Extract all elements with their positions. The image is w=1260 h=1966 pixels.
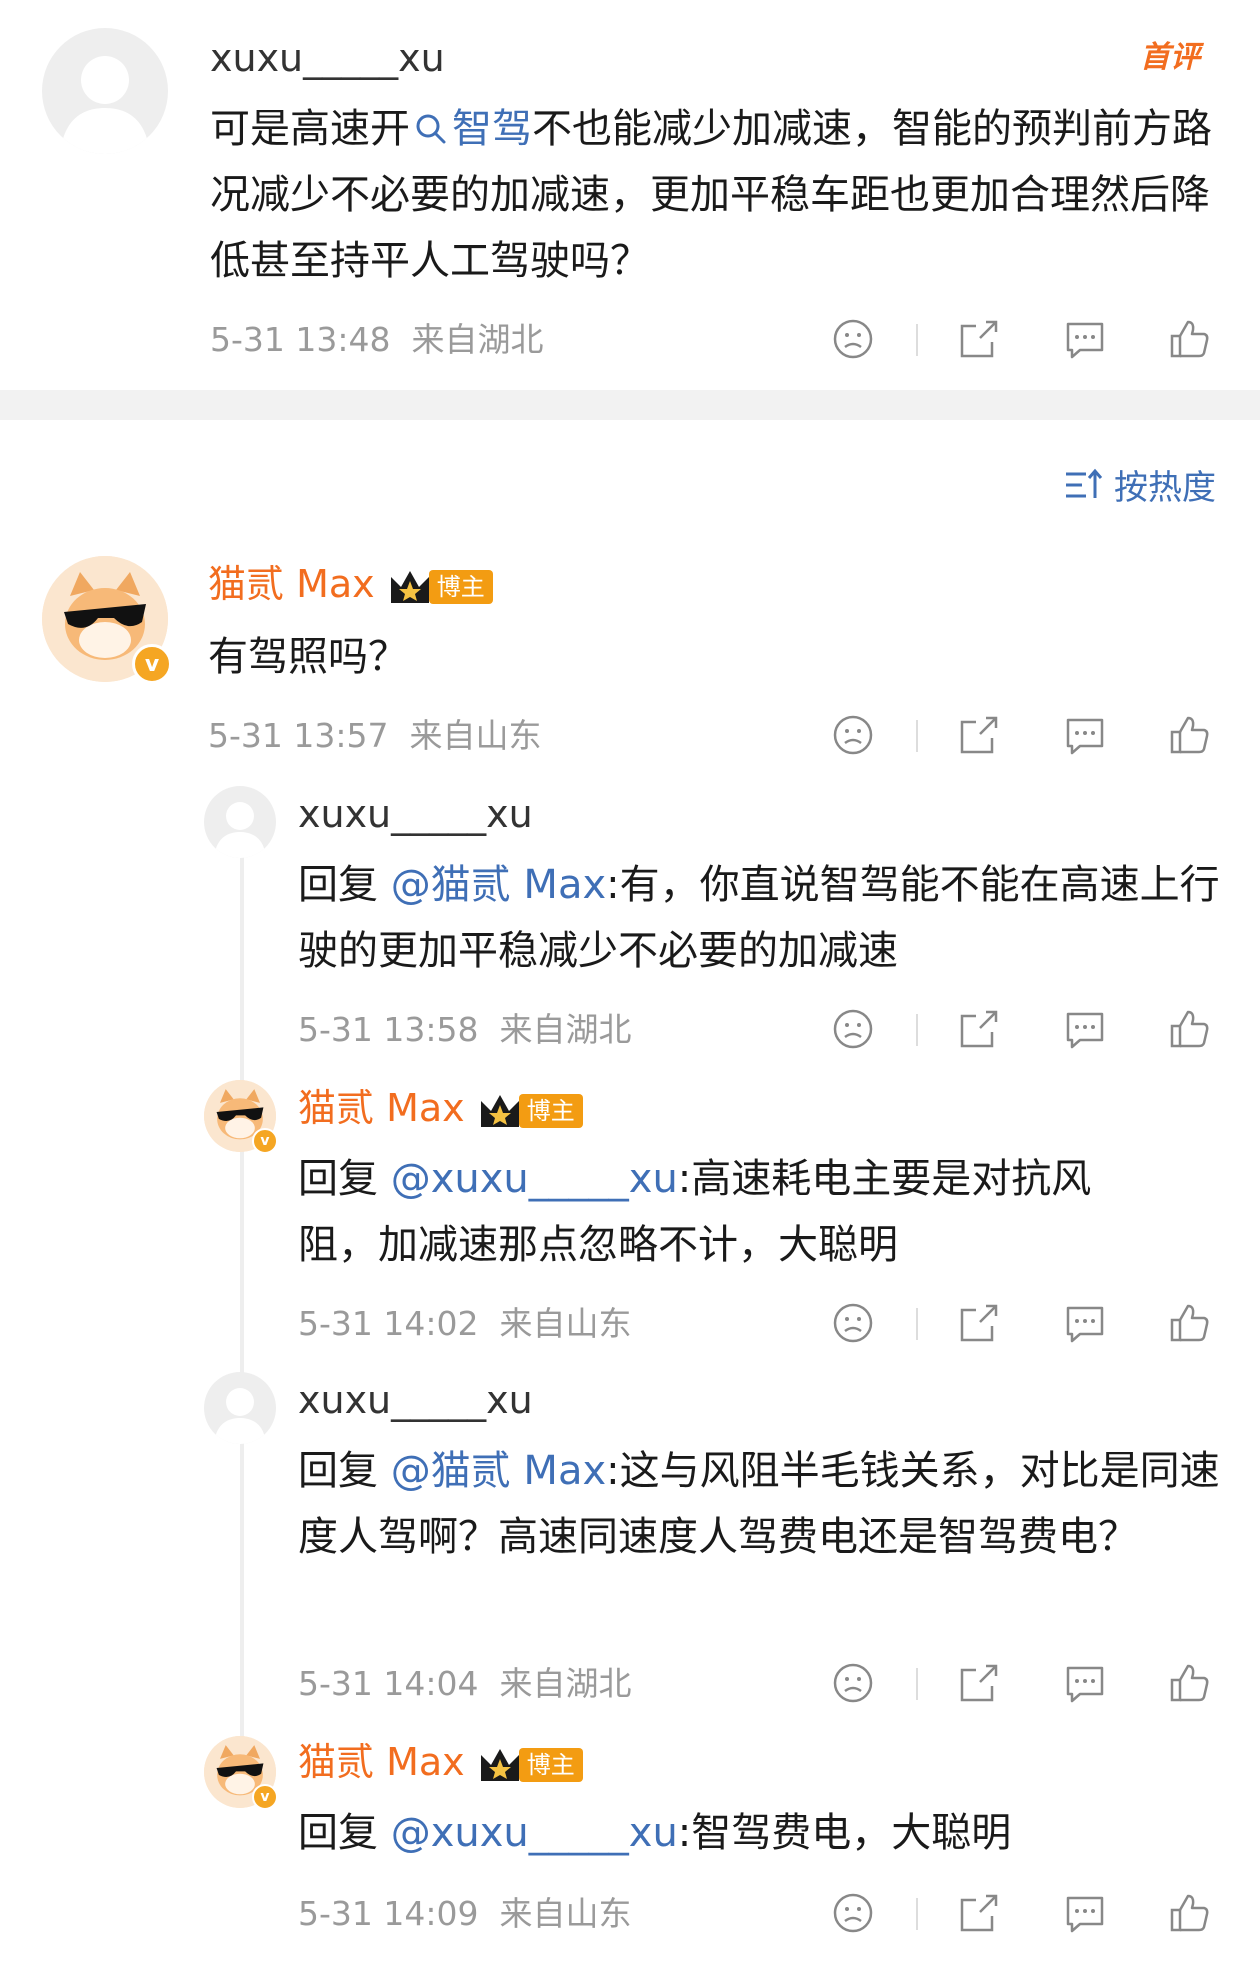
divider	[916, 1668, 918, 1700]
dislike-icon[interactable]	[830, 1890, 876, 1936]
comment-time: 5-31 13:57	[208, 716, 389, 755]
action-bar	[830, 316, 1220, 366]
reply-username[interactable]: xuxu_____xu	[298, 792, 533, 836]
dislike-icon[interactable]	[830, 712, 876, 758]
action-bar	[830, 712, 1220, 762]
search-icon	[416, 114, 446, 144]
topic-link[interactable]: 智驾	[410, 106, 532, 152]
blogger-badge: 博主	[387, 567, 493, 607]
sort-toggle[interactable]: 按热度	[1064, 460, 1216, 509]
dislike-icon[interactable]	[830, 1660, 876, 1706]
share-icon[interactable]	[956, 1660, 1002, 1706]
mention-link[interactable]: @xuxu_____xu	[391, 1810, 678, 1856]
reply-location: 来自湖北	[499, 1010, 632, 1049]
verified-badge-icon: v	[252, 1784, 278, 1810]
reply-time: 5-31 14:02	[298, 1304, 479, 1343]
avatar[interactable]: v	[42, 556, 172, 684]
blogger-badge: 博主	[477, 1745, 583, 1785]
thread-line	[240, 850, 244, 1750]
comment-icon[interactable]	[1062, 1890, 1108, 1936]
section-divider	[0, 390, 1260, 420]
reply-location: 来自山东	[499, 1894, 632, 1933]
reply-text: 回复 @xuxu_____xu:智驾费电，大聪明	[298, 1810, 1012, 1856]
dislike-icon[interactable]	[830, 1006, 876, 1052]
mention-link[interactable]: @猫贰 Max	[391, 1448, 606, 1494]
like-icon[interactable]	[1166, 712, 1212, 758]
reply-username[interactable]: xuxu_____xu	[298, 1378, 533, 1422]
divider	[916, 324, 918, 356]
avatar[interactable]	[204, 786, 276, 858]
reply-text: 回复 @xuxu_____xu:高速耗电主要是对抗风阻，加减速那点忽略不计，大聪…	[298, 1156, 1092, 1268]
avatar[interactable]	[42, 28, 168, 154]
comment-username[interactable]: 猫贰 Max 博主	[208, 562, 493, 607]
comment-username[interactable]: xuxu_____xu	[210, 36, 445, 80]
divider	[916, 1898, 918, 1930]
share-icon[interactable]	[956, 1300, 1002, 1346]
reply-location: 来自湖北	[499, 1664, 632, 1703]
comment-location: 来自湖北	[411, 320, 544, 359]
mention-link[interactable]: @猫贰 Max	[391, 862, 606, 908]
like-icon[interactable]	[1166, 1660, 1212, 1706]
blogger-tag: 博主	[518, 1093, 583, 1128]
divider	[916, 1014, 918, 1046]
reply-time: 5-31 14:09	[298, 1894, 479, 1933]
default-avatar-icon	[214, 802, 266, 858]
share-icon[interactable]	[956, 1890, 1002, 1936]
blogger-tag: 博主	[428, 569, 493, 604]
blogger-tag: 博主	[518, 1747, 583, 1782]
share-icon[interactable]	[956, 1006, 1002, 1052]
like-icon[interactable]	[1166, 1300, 1212, 1346]
sort-label: 按热度	[1114, 468, 1216, 508]
comment-meta: 5-31 13:48 来自湖北	[210, 320, 543, 360]
like-icon[interactable]	[1166, 1890, 1212, 1936]
action-bar	[830, 1006, 1220, 1056]
comment-icon[interactable]	[1062, 1006, 1108, 1052]
avatar[interactable]	[204, 1372, 276, 1444]
crown-icon	[480, 1094, 519, 1127]
reply-meta: 5-31 13:58 来自湖北	[298, 1010, 631, 1050]
like-icon[interactable]	[1166, 1006, 1212, 1052]
reply-location: 来自山东	[499, 1304, 632, 1343]
like-icon[interactable]	[1166, 316, 1212, 362]
reply-meta: 5-31 14:02 来自山东	[298, 1304, 631, 1344]
default-avatar-icon	[214, 1388, 266, 1444]
share-icon[interactable]	[956, 712, 1002, 758]
verified-badge-icon: v	[132, 644, 172, 684]
action-bar	[830, 1660, 1220, 1710]
comment-icon[interactable]	[1062, 712, 1108, 758]
share-icon[interactable]	[956, 316, 1002, 362]
reply-text: 回复 @猫贰 Max:这与风阻半毛钱关系，对比是同速度人驾啊？高速同速度人驾费电…	[298, 1448, 1220, 1560]
reply-time: 5-31 14:04	[298, 1664, 479, 1703]
first-comment-badge: 首评	[1140, 40, 1200, 75]
avatar[interactable]: v	[204, 1080, 278, 1154]
reply-meta: 5-31 14:09 来自山东	[298, 1894, 631, 1934]
avatar[interactable]: v	[204, 1736, 278, 1810]
comment-text: 可是高速开 智驾不也能减少加减速，智能的预判前方路况减少不必要的加减速，更加平稳车…	[210, 106, 1212, 284]
blogger-badge: 博主	[477, 1091, 583, 1131]
sort-icon	[1066, 468, 1103, 498]
action-bar	[830, 1300, 1220, 1350]
comment-text: 有驾照吗？	[208, 634, 408, 680]
crown-icon	[480, 1748, 519, 1781]
action-bar	[830, 1890, 1220, 1940]
reply-time: 5-31 13:58	[298, 1010, 479, 1049]
comment-icon[interactable]	[1062, 316, 1108, 362]
comment-meta: 5-31 13:57 来自山东	[208, 716, 541, 756]
comment-icon[interactable]	[1062, 1660, 1108, 1706]
divider	[916, 720, 918, 752]
mention-link[interactable]: @xuxu_____xu	[391, 1156, 678, 1202]
default-avatar-icon	[60, 56, 150, 154]
verified-badge-icon: v	[252, 1128, 278, 1154]
comment-location: 来自山东	[409, 716, 542, 755]
reply-username[interactable]: 猫贰 Max 博主	[298, 1086, 583, 1131]
dislike-icon[interactable]	[830, 1300, 876, 1346]
comment-icon[interactable]	[1062, 1300, 1108, 1346]
divider	[916, 1308, 918, 1340]
comment-time: 5-31 13:48	[210, 320, 391, 359]
reply-text: 回复 @猫贰 Max:有，你直说智驾能不能在高速上行驶的更加平稳减少不必要的加减…	[298, 862, 1220, 974]
dislike-icon[interactable]	[830, 316, 876, 362]
reply-meta: 5-31 14:04 来自湖北	[298, 1664, 631, 1704]
crown-icon	[390, 570, 429, 603]
reply-username[interactable]: 猫贰 Max 博主	[298, 1740, 583, 1785]
